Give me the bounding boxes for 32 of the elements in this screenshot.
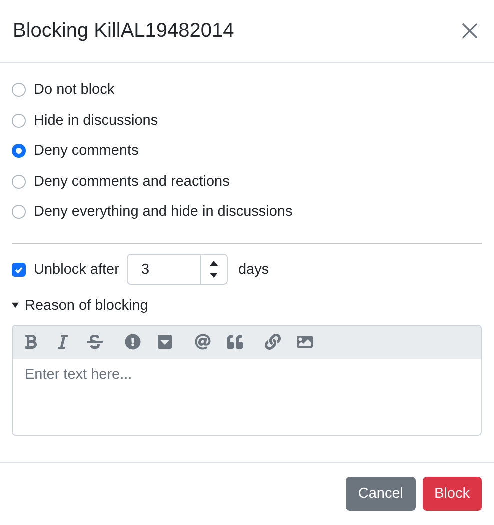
quote-icon[interactable] bbox=[227, 334, 243, 350]
option-label: Hide in discussions bbox=[34, 112, 158, 129]
up-arrow-icon[interactable] bbox=[210, 261, 218, 266]
caret-icon[interactable] bbox=[12, 302, 19, 309]
checkbox[interactable] bbox=[12, 262, 26, 276]
option-label: Do not block bbox=[34, 82, 115, 98]
unblock-label: Unblock after bbox=[34, 262, 120, 278]
radio-button[interactable] bbox=[12, 83, 26, 98]
option-label: Deny everything and hide in discussions bbox=[34, 204, 293, 220]
radio-button[interactable] bbox=[12, 205, 26, 220]
checkmark-icon bbox=[14, 264, 24, 274]
radio-button[interactable] bbox=[12, 174, 26, 189]
at-icon[interactable] bbox=[195, 334, 211, 350]
down-arrow-icon[interactable] bbox=[210, 272, 218, 278]
link-icon[interactable] bbox=[265, 334, 281, 350]
strikethrough-icon[interactable] bbox=[87, 334, 103, 350]
dialog-title: Blocking KillAL19482014 bbox=[13, 20, 234, 42]
italic-icon[interactable] bbox=[55, 334, 71, 350]
exclamation-icon[interactable] bbox=[125, 334, 141, 350]
unit-label: days bbox=[238, 262, 270, 278]
section-toggle[interactable]: Reason of blocking bbox=[25, 298, 148, 314]
option-label: Deny comments bbox=[34, 143, 139, 160]
number-spinner[interactable]: 3 bbox=[127, 254, 228, 285]
radio-button[interactable] bbox=[12, 144, 26, 158]
image-icon[interactable] bbox=[297, 334, 313, 350]
number-input[interactable]: 3 bbox=[128, 260, 200, 278]
dialog-button[interactable]: Cancel bbox=[346, 477, 416, 511]
text-editor[interactable]: Enter text here... bbox=[12, 324, 482, 436]
bold-icon[interactable] bbox=[23, 334, 39, 350]
option-label: Deny comments and reactions bbox=[34, 174, 230, 190]
radio-button[interactable] bbox=[12, 114, 26, 128]
dialog-button[interactable]: Block bbox=[422, 477, 482, 511]
